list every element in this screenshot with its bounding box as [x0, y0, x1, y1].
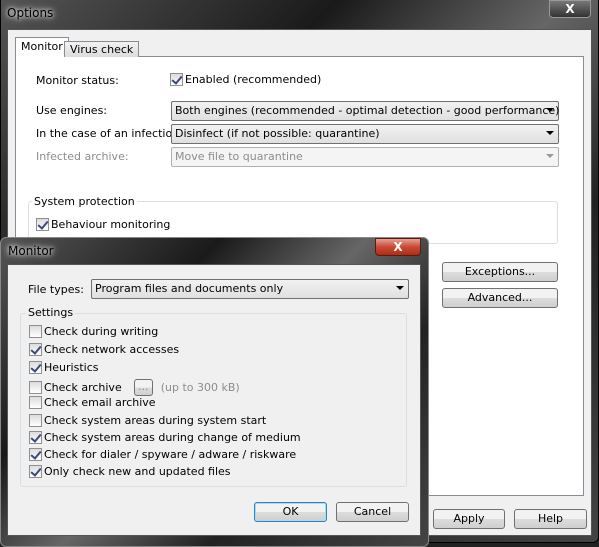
setting-row[interactable]: Check during writing — [29, 325, 158, 338]
options-close-button[interactable]: X — [549, 0, 591, 18]
setting-checkbox[interactable] — [29, 465, 42, 478]
infected-archive-label: Infected archive: — [36, 150, 129, 163]
setting-checkbox[interactable] — [29, 448, 42, 461]
use-engines-dropdown[interactable]: Both engines (recommended - optimal dete… — [171, 101, 559, 121]
archive-browse-button[interactable]: ... — [133, 379, 153, 396]
file-types-value: Program files and documents only — [95, 282, 284, 295]
advanced-button[interactable]: Advanced... — [442, 288, 558, 308]
ok-button[interactable]: OK — [254, 502, 327, 522]
archive-limit-label: (up to 300 kB) — [160, 381, 240, 394]
options-title: Options — [7, 6, 54, 20]
behaviour-checkbox[interactable] — [36, 218, 49, 231]
setting-checkbox[interactable] — [29, 414, 42, 427]
setting-label: Only check new and updated files — [44, 465, 231, 478]
file-types-label: File types: — [28, 283, 84, 296]
setting-row[interactable]: Only check new and updated files — [29, 465, 231, 478]
setting-label: Check archive — [44, 381, 122, 394]
enabled-checkbox-row[interactable]: Enabled (recommended) — [170, 73, 321, 86]
setting-label: Check email archive — [44, 396, 156, 409]
setting-label: Check system areas during system start — [44, 414, 267, 427]
monitor-close-button[interactable]: X — [375, 238, 421, 256]
behaviour-label: Behaviour monitoring — [51, 218, 171, 231]
use-engines-value: Both engines (recommended - optimal dete… — [175, 104, 560, 117]
monitor-title: Monitor — [8, 244, 54, 258]
use-engines-label: Use engines: — [36, 104, 108, 117]
setting-row[interactable]: Check for dialer / spyware / adware / ri… — [29, 448, 296, 461]
setting-checkbox[interactable] — [29, 325, 42, 338]
help-button[interactable]: Help — [514, 509, 587, 529]
infected-archive-dropdown[interactable]: Move file to quarantine — [171, 147, 559, 167]
setting-checkbox[interactable] — [29, 361, 42, 374]
tab-monitor[interactable]: Monitor — [15, 37, 69, 57]
settings-title: Settings — [26, 306, 76, 319]
setting-row[interactable]: Heuristics — [29, 361, 98, 374]
setting-row[interactable]: Check system areas during change of medi… — [29, 431, 301, 444]
infection-value: Disinfect (if not possible: quarantine) — [175, 127, 380, 140]
setting-row[interactable]: Check email archive — [29, 396, 156, 409]
chevron-down-icon — [546, 131, 554, 135]
chevron-down-icon — [546, 108, 554, 112]
behaviour-monitoring-row[interactable]: Behaviour monitoring — [36, 218, 170, 231]
setting-label: Check during writing — [44, 325, 159, 338]
setting-row[interactable]: Check system areas during system start — [29, 414, 266, 427]
enabled-label: Enabled (recommended) — [185, 73, 322, 86]
setting-label: Check for dialer / spyware / adware / ri… — [44, 448, 297, 461]
monitor-status-label: Monitor status: — [36, 74, 119, 87]
system-protection-title: System protection — [32, 195, 137, 208]
file-types-dropdown[interactable]: Program files and documents only — [91, 279, 409, 299]
cancel-button[interactable]: Cancel — [336, 502, 409, 522]
chevron-down-icon — [546, 154, 554, 158]
setting-checkbox[interactable] — [29, 381, 42, 394]
setting-row[interactable]: Check archive... (up to 300 kB) — [29, 379, 240, 396]
enabled-checkbox[interactable] — [170, 73, 183, 86]
infected-archive-value: Move file to quarantine — [175, 150, 303, 163]
setting-checkbox[interactable] — [29, 396, 42, 409]
apply-button[interactable]: Apply — [433, 509, 505, 529]
setting-checkbox[interactable] — [29, 431, 42, 444]
exceptions-button[interactable]: Exceptions... — [442, 262, 558, 282]
setting-row[interactable]: Check network accesses — [29, 343, 179, 356]
chevron-down-icon — [396, 286, 404, 290]
setting-label: Check system areas during change of medi… — [44, 431, 301, 444]
setting-checkbox[interactable] — [29, 343, 42, 356]
setting-label: Check network accesses — [44, 343, 180, 356]
infection-dropdown[interactable]: Disinfect (if not possible: quarantine) — [171, 124, 559, 144]
tab-virus-check[interactable]: Virus check — [64, 41, 140, 57]
setting-label: Heuristics — [44, 361, 99, 374]
infection-label: In the case of an infection: — [36, 127, 183, 140]
